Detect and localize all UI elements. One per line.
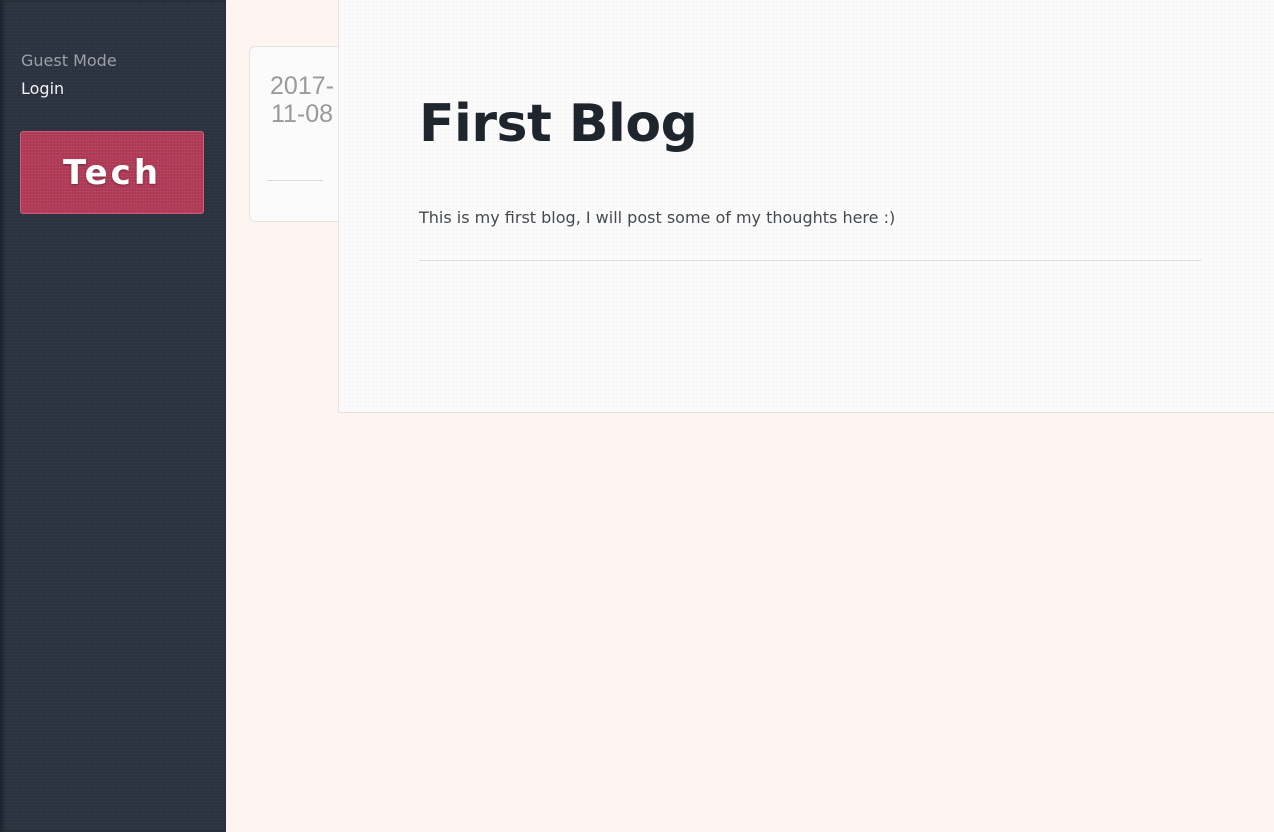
guest-mode-label: Guest Mode: [21, 51, 117, 70]
category-tech-label: Tech: [62, 152, 162, 193]
sidebar: Guest Mode Login Tech: [0, 0, 226, 832]
category-tech-button[interactable]: Tech: [20, 131, 204, 214]
login-link[interactable]: Login: [21, 79, 64, 99]
date-divider: [267, 180, 323, 181]
post-card: First Blog This is my first blog, I will…: [338, 0, 1274, 413]
post-body: This is my first blog, I will post some …: [419, 208, 896, 227]
post-date-tab: 2017-11-08: [249, 46, 344, 222]
post-date: 2017-11-08: [270, 72, 334, 128]
post-title[interactable]: First Blog: [419, 92, 698, 156]
post-divider: [419, 260, 1201, 261]
